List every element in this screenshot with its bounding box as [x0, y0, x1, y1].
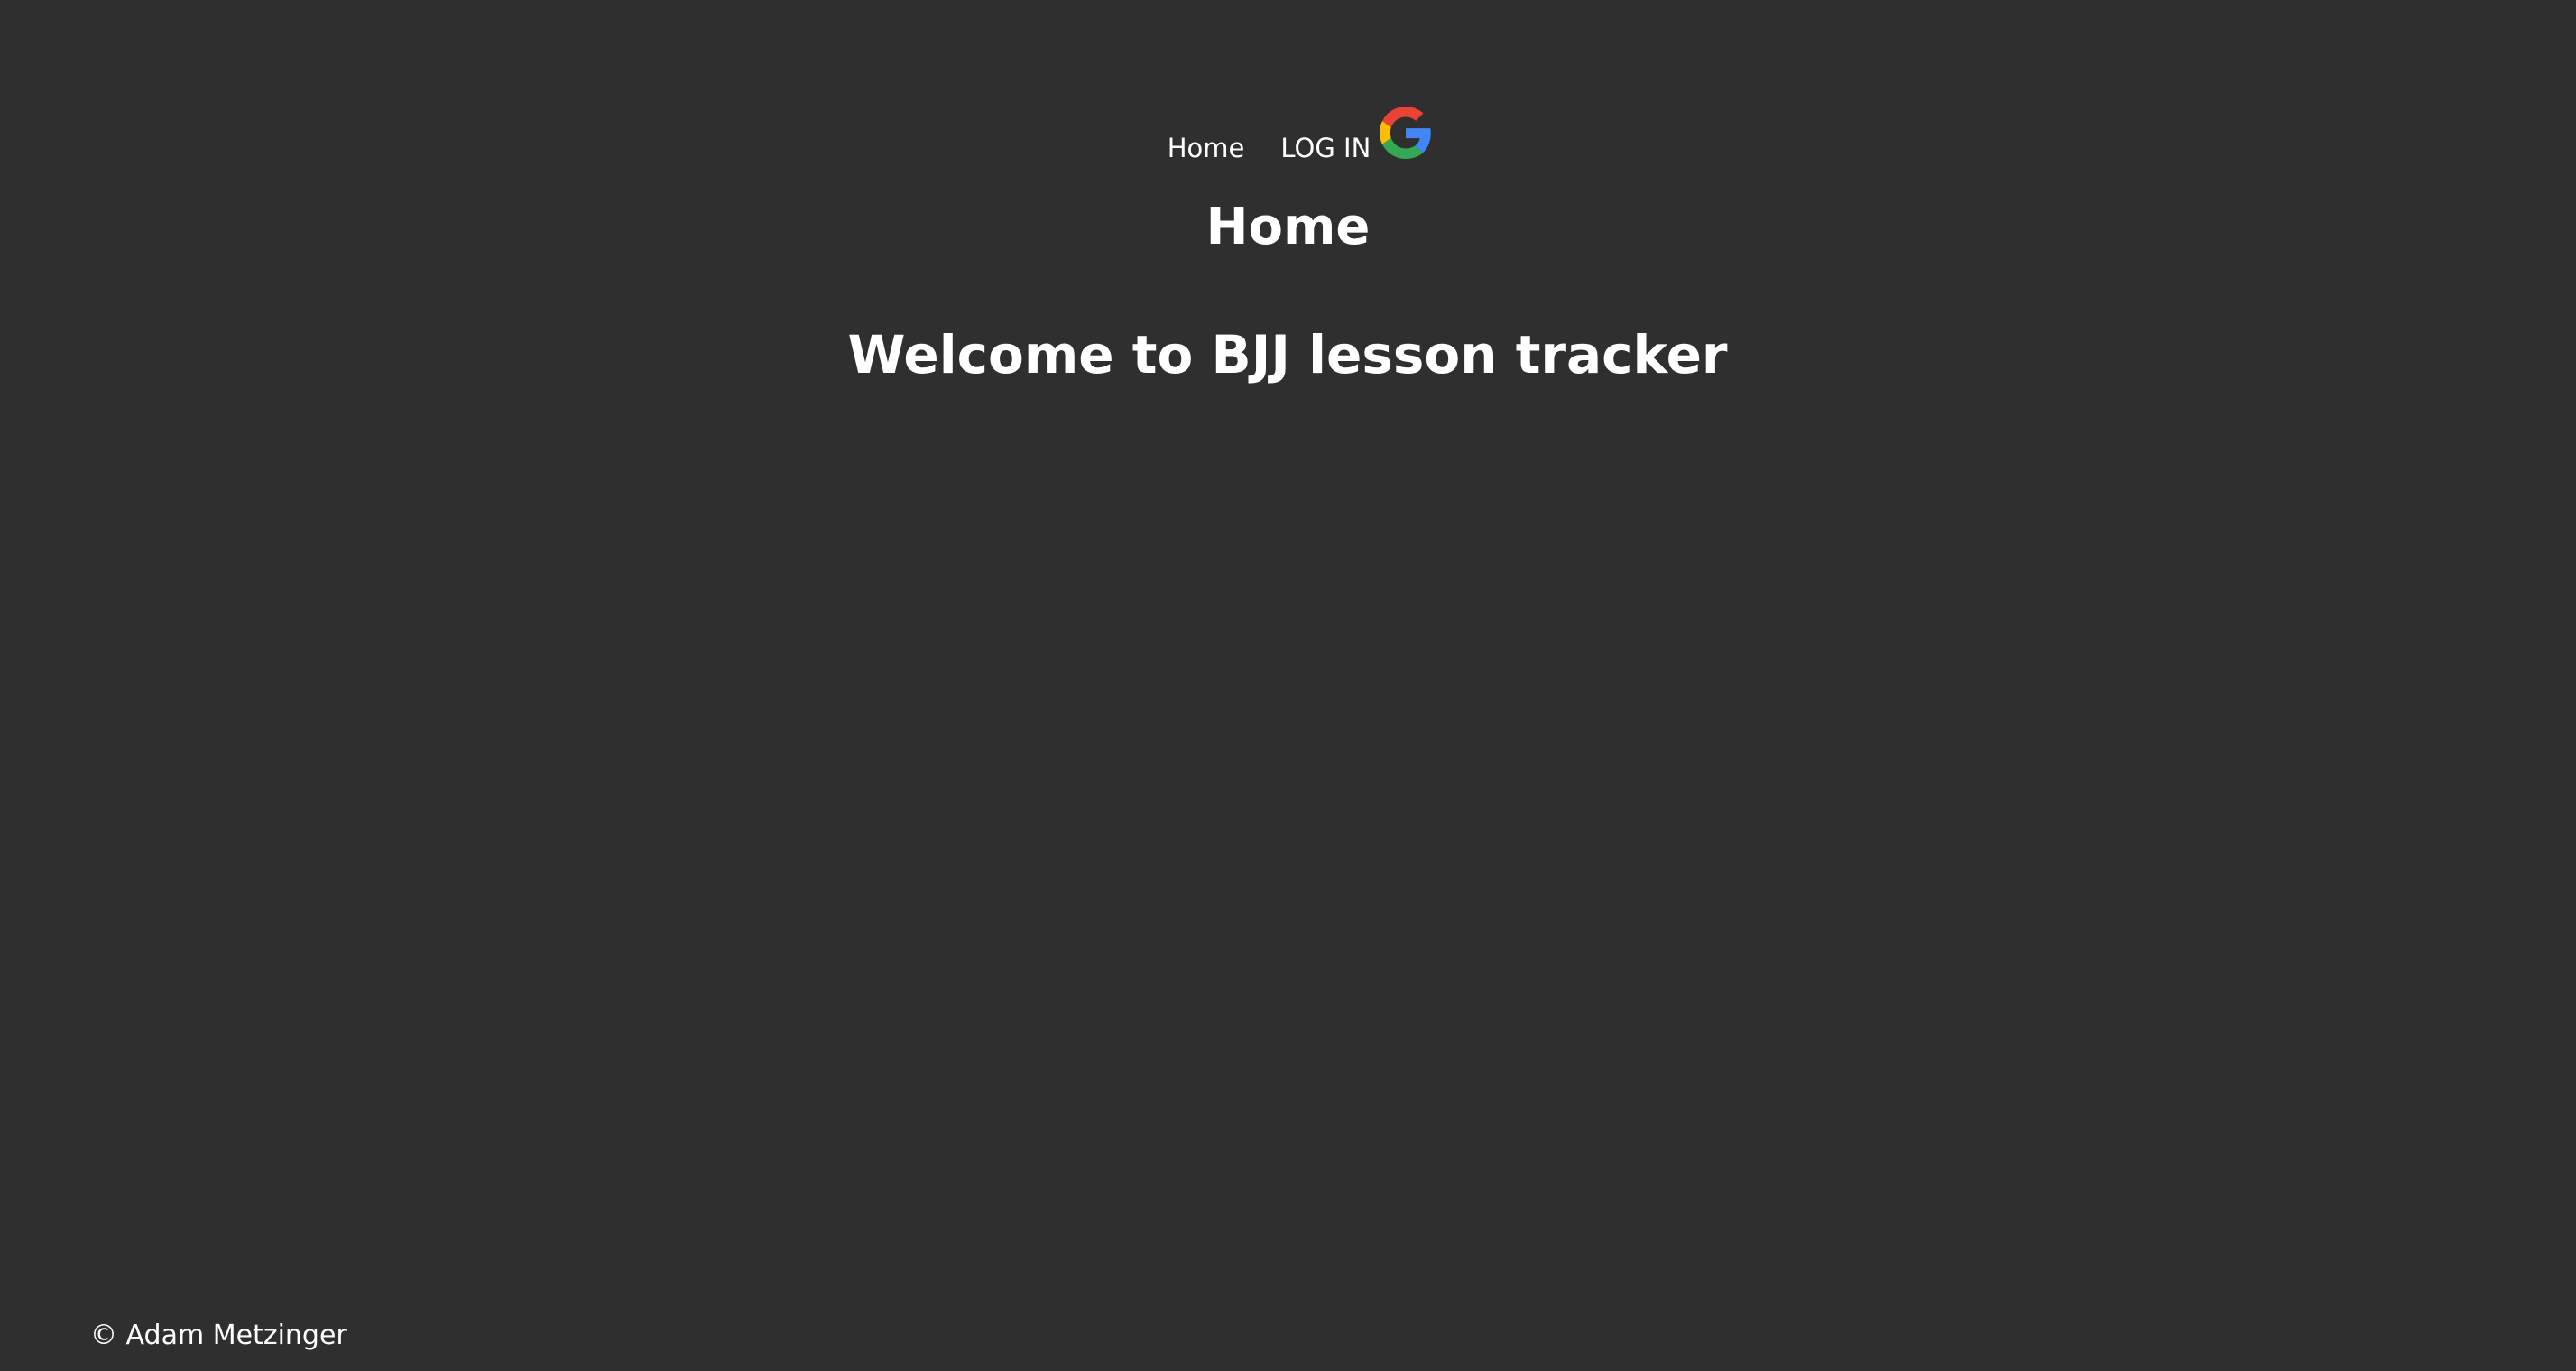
welcome-heading: Welcome to BJJ lesson tracker: [847, 324, 1728, 385]
login-label: LOG IN: [1280, 133, 1371, 163]
top-navigation: Home LOG IN: [0, 101, 2576, 164]
page-title: Home: [1205, 198, 1371, 256]
nav-home-link[interactable]: Home: [1168, 132, 1245, 164]
login-button[interactable]: LOG IN: [1280, 107, 1432, 164]
footer-copyright: © Adam Metzinger: [90, 1320, 347, 1351]
page: Home LOG IN Home Welcome to BJJ lesson t…: [0, 0, 2576, 1371]
google-icon: [1380, 107, 1432, 159]
